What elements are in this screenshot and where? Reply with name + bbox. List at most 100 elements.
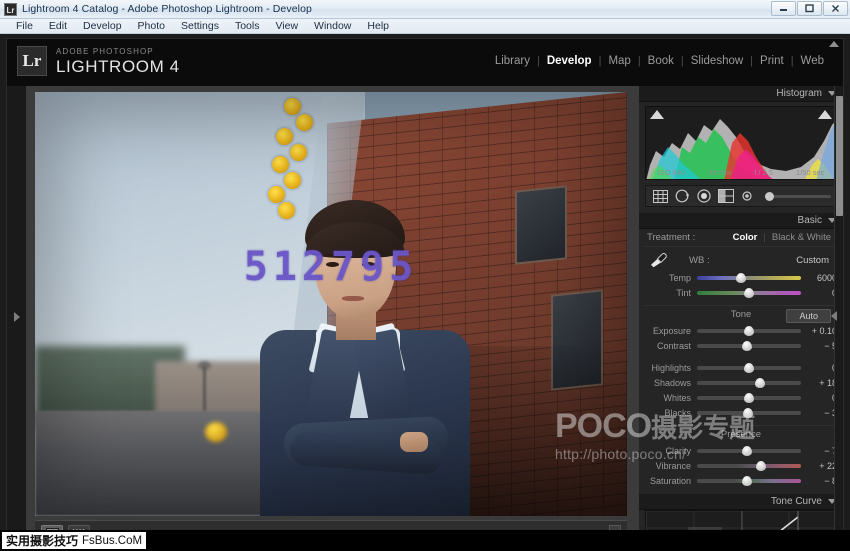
- slider-track[interactable]: [697, 411, 801, 415]
- module-slideshow[interactable]: Slideshow: [684, 55, 750, 67]
- graduated-filter-icon[interactable]: [717, 188, 735, 204]
- slider-track[interactable]: [697, 381, 801, 385]
- photo-container[interactable]: 512795: [35, 92, 627, 516]
- red-eye-correction-icon[interactable]: [695, 188, 713, 204]
- photo-number-watermark: 512795: [244, 244, 419, 290]
- minimize-button[interactable]: [771, 1, 796, 16]
- slider-label: Exposure: [645, 326, 697, 336]
- histogram-panel-title: Histogram: [776, 88, 822, 99]
- slider-highlights[interactable]: Highlights 0: [645, 360, 837, 375]
- chevron-left-icon[interactable]: [831, 311, 837, 321]
- module-map[interactable]: Map: [601, 55, 637, 67]
- slider-label: Contrast: [645, 341, 697, 351]
- exif-aperture: f / 2.5: [754, 168, 773, 177]
- wb-value-dropdown[interactable]: Custom ↕: [796, 255, 837, 266]
- tone-curve-panel-header[interactable]: Tone Curve: [639, 494, 843, 510]
- crop-overlay-icon[interactable]: [651, 188, 669, 204]
- slider-knob[interactable]: [756, 461, 766, 471]
- close-button[interactable]: [823, 1, 848, 16]
- module-web[interactable]: Web: [794, 55, 831, 67]
- slider-label: Shadows: [645, 378, 697, 388]
- slider-track[interactable]: [697, 291, 801, 295]
- identity-text: ADOBE PHOTOSHOP LIGHTROOM 4: [56, 48, 180, 75]
- presence-section-header: Presence: [645, 425, 837, 443]
- menu-edit[interactable]: Edit: [41, 19, 75, 33]
- slider-knob[interactable]: [744, 363, 754, 373]
- slider-knob[interactable]: [736, 273, 746, 283]
- slider-value: 6000: [801, 273, 837, 283]
- slider-knob[interactable]: [744, 326, 754, 336]
- slider-blacks[interactable]: Blacks − 3: [645, 405, 837, 420]
- slider-whites[interactable]: Whites 0: [645, 390, 837, 405]
- white-balance-selector-icon[interactable]: [645, 250, 671, 270]
- slider-exposure[interactable]: Exposure + 0.10: [645, 323, 837, 338]
- spot-removal-icon[interactable]: [673, 188, 691, 204]
- slider-track[interactable]: [697, 464, 801, 468]
- lightroom-badge-icon: Lr: [17, 46, 47, 76]
- slider-label: Clarity: [645, 446, 697, 456]
- module-book[interactable]: Book: [641, 55, 681, 67]
- slider-track[interactable]: [697, 449, 801, 453]
- slider-track[interactable]: [697, 366, 801, 370]
- slider-shadows[interactable]: Shadows + 18: [645, 375, 837, 390]
- menu-develop[interactable]: Develop: [75, 19, 130, 33]
- menu-tools[interactable]: Tools: [227, 19, 268, 33]
- slider-tint[interactable]: Tint 0: [645, 285, 837, 300]
- module-library[interactable]: Library: [488, 55, 537, 67]
- photo-streetlamp-head: [198, 361, 211, 370]
- slider-knob[interactable]: [743, 408, 753, 418]
- lightroom-frame: Lr ADOBE PHOTOSHOP LIGHTROOM 4 Library |…: [6, 38, 844, 547]
- brush-size-slider[interactable]: [765, 195, 831, 198]
- module-print[interactable]: Print: [753, 55, 791, 67]
- menu-view[interactable]: View: [267, 19, 306, 33]
- slider-knob[interactable]: [742, 476, 752, 486]
- left-panel-rail[interactable]: [7, 86, 27, 548]
- menu-photo[interactable]: Photo: [130, 19, 173, 33]
- slider-vibrance[interactable]: Vibrance + 22: [645, 458, 837, 473]
- treatment-black-white[interactable]: Black & White: [766, 232, 837, 243]
- slider-value: 0: [801, 393, 837, 403]
- module-develop[interactable]: Develop: [540, 55, 599, 67]
- slider-knob[interactable]: [742, 341, 752, 351]
- basic-panel: Treatment : Color | Black & White: [639, 229, 843, 494]
- menu-help[interactable]: Help: [359, 19, 397, 33]
- maximize-button[interactable]: [797, 1, 822, 16]
- slider-contrast[interactable]: Contrast − 5: [645, 338, 837, 353]
- adjustment-brush-icon[interactable]: [739, 188, 757, 204]
- slider-track[interactable]: [697, 479, 801, 483]
- basic-panel-header[interactable]: Basic: [639, 213, 843, 229]
- chevron-right-icon[interactable]: [14, 312, 20, 322]
- auto-tone-button[interactable]: Auto: [786, 309, 831, 323]
- fsbus-watermark: 实用摄影技巧 FsBus.CoM: [2, 532, 146, 549]
- slider-knob[interactable]: [744, 288, 754, 298]
- slider-clarity[interactable]: Clarity − 7: [645, 443, 837, 458]
- top-panel-collapse-icon[interactable]: [829, 41, 839, 47]
- slider-track[interactable]: [697, 276, 801, 280]
- slider-saturation[interactable]: Saturation − 8: [645, 473, 837, 488]
- scrollbar-thumb[interactable]: [836, 96, 843, 216]
- menu-window[interactable]: Window: [306, 19, 359, 33]
- slider-knob[interactable]: [744, 393, 754, 403]
- slider-track[interactable]: [697, 396, 801, 400]
- slider-label: Tint: [645, 288, 697, 298]
- slider-knob[interactable]: [742, 446, 752, 456]
- presence-title: Presence: [721, 429, 761, 440]
- slider-track[interactable]: [697, 329, 801, 333]
- slider-value: + 18: [801, 378, 837, 388]
- slider-temp[interactable]: Temp 6000: [645, 270, 837, 285]
- slider-value: − 7: [801, 446, 837, 456]
- histogram-panel-header[interactable]: Histogram: [639, 86, 843, 102]
- slider-label: Temp: [645, 273, 697, 283]
- menu-file[interactable]: File: [8, 19, 41, 33]
- menu-settings[interactable]: Settings: [173, 19, 227, 33]
- slider-knob[interactable]: [755, 378, 765, 388]
- module-picker: Library | Develop | Map | Book | Slidesh…: [488, 55, 831, 67]
- treatment-color[interactable]: Color: [727, 232, 764, 243]
- identity-plate[interactable]: Lr ADOBE PHOTOSHOP LIGHTROOM 4: [17, 46, 180, 76]
- exif-focal: 35 mm: [708, 168, 731, 177]
- slider-label: Whites: [645, 393, 697, 403]
- slider-label: Highlights: [645, 363, 697, 373]
- slider-track[interactable]: [697, 344, 801, 348]
- histogram-graph[interactable]: ISO 640 35 mm f / 2.5 1/50 sec: [645, 106, 837, 180]
- photo-exif-info: ISO 640 35 mm f / 2.5 1/50 sec: [646, 168, 836, 177]
